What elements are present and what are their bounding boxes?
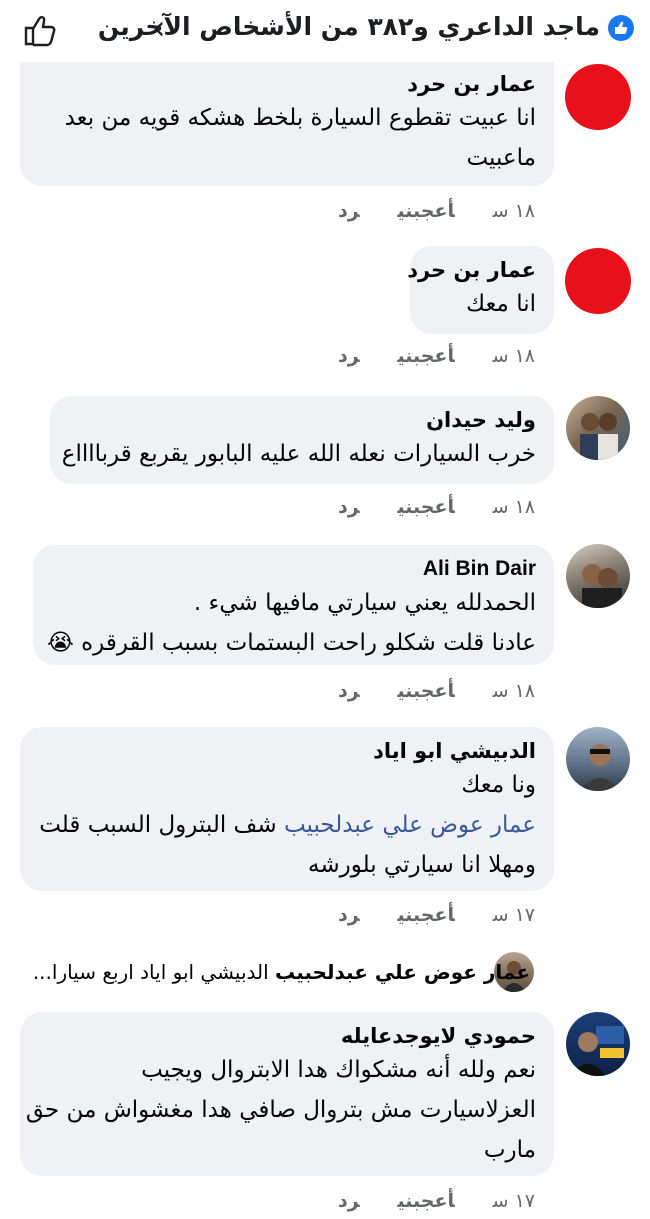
comment-bubble: عمار بن حرد انا عبيت تقطوع السيارة بلخط … <box>20 62 554 186</box>
reply-link[interactable]: رد <box>338 200 360 222</box>
header: ‹ ماجد الداعري و٣٨٢ من الأشخاص الآخرين <box>0 0 650 58</box>
comment-author[interactable]: وليد حيدان <box>68 406 536 434</box>
avatar[interactable] <box>566 727 630 791</box>
comment-time[interactable]: ١٧ س <box>493 904 535 926</box>
comment-author[interactable]: عمار بن حرد <box>407 256 536 284</box>
reply-link[interactable]: رد <box>338 904 360 926</box>
reply-link[interactable]: رد <box>338 496 360 518</box>
comment-text: مارب <box>483 1137 536 1163</box>
comment-actions: ١٧ س أعجبني رد <box>300 904 535 926</box>
avatar[interactable] <box>566 544 630 608</box>
comment-text: انا عبيت تقطوع السيارة بلخط هشكه قويه من… <box>64 105 536 131</box>
reply-link[interactable]: رد <box>338 345 360 367</box>
comment-author[interactable]: الدبيشي ابو اياد <box>38 737 536 765</box>
thumbs-up-icon[interactable] <box>22 12 58 48</box>
comment-text: ومهلا انا سيارتي بلورشه <box>308 852 536 878</box>
comment-text: ونا معك <box>461 772 536 798</box>
comment-time[interactable]: ١٨ س <box>493 496 535 518</box>
like-link[interactable]: أعجبني <box>398 1190 455 1212</box>
comment-text: عمار عوض علي عبدلحبيب شف البترول السبب ق… <box>38 805 536 845</box>
like-link[interactable]: أعجبني <box>398 904 455 926</box>
reply-author[interactable]: عمار عوض علي عبدلحبيب <box>275 960 530 984</box>
comment-bubble: عمار بن حرد انا معك <box>407 246 554 334</box>
comment-bubble: وليد حيدان خرب السيارات نعله الله عليه ا… <box>50 396 554 484</box>
like-link[interactable]: أعجبني <box>398 680 455 702</box>
reactions-title[interactable]: ماجد الداعري و٣٨٢ من الأشخاص الآخرين <box>98 12 600 41</box>
reply-snippet: الدبيشي ابو اياد اربع سيارا... <box>32 960 276 984</box>
comment-text: خرب السيارات نعله الله عليه البابور يقرب… <box>61 441 536 467</box>
like-reaction-icon <box>608 15 634 41</box>
comment-bubble: حمودي لايوجدعايله نعم ولله أنه مشكواك هد… <box>20 1012 554 1176</box>
avatar[interactable] <box>566 1012 630 1076</box>
comment-text: انا معك <box>466 291 536 317</box>
comment-author[interactable]: عمار بن حرد <box>38 70 536 98</box>
comment-time[interactable]: ١٧ س <box>493 1190 535 1212</box>
comment-time[interactable]: ١٨ س <box>493 200 535 222</box>
avatar[interactable] <box>566 396 630 460</box>
like-link[interactable]: أعجبني <box>398 345 455 367</box>
comment-time[interactable]: ١٨ س <box>493 680 535 702</box>
comment-time[interactable]: ١٨ س <box>493 345 535 367</box>
comment-text: الحمدلله يعني سيارتي مافيها شيء . <box>193 590 536 616</box>
comment-actions: ١٨ س أعجبني رد <box>300 496 535 518</box>
comment-bubble: Ali Bin Dair الحمدلله يعني سيارتي مافيها… <box>33 545 554 665</box>
reply-preview[interactable]: عمار عوض علي عبدلحبيب الدبيشي ابو اياد ا… <box>33 960 530 984</box>
comment-author[interactable]: Ali Bin Dair <box>51 555 536 583</box>
comment-author[interactable]: حمودي لايوجدعايله <box>38 1022 536 1050</box>
avatar[interactable] <box>565 64 631 130</box>
reply-link[interactable]: رد <box>338 680 360 702</box>
like-link[interactable]: أعجبني <box>398 496 455 518</box>
like-link[interactable]: أعجبني <box>398 200 455 222</box>
avatar[interactable] <box>565 248 631 314</box>
comment-text: ماعبيت <box>466 145 536 171</box>
mention-link[interactable]: عمار عوض علي عبدلحبيب <box>284 812 536 838</box>
comment-bubble: الدبيشي ابو اياد ونا معك عمار عوض علي عب… <box>20 727 554 891</box>
comment-actions: ١٨ س أعجبني رد <box>300 345 535 367</box>
reply-link[interactable]: رد <box>338 1190 360 1212</box>
comment-actions: ١٧ س أعجبني رد <box>300 1190 535 1212</box>
comment-text-segment: شف البترول السبب قلت <box>39 812 284 838</box>
comment-actions: ١٨ س أعجبني رد <box>300 680 535 702</box>
comment-text: عادنا قلت شكلو راحت البستمات بسبب القرقر… <box>46 630 536 656</box>
comment-text: نعم ولله أنه مشكواك هدا الابتروال ويجيب <box>141 1057 536 1083</box>
comment-text: العزلاسيارت مش بتروال صافي هدا مغشواش من… <box>25 1097 536 1123</box>
comment-actions: ١٨ س أعجبني رد <box>300 200 535 222</box>
